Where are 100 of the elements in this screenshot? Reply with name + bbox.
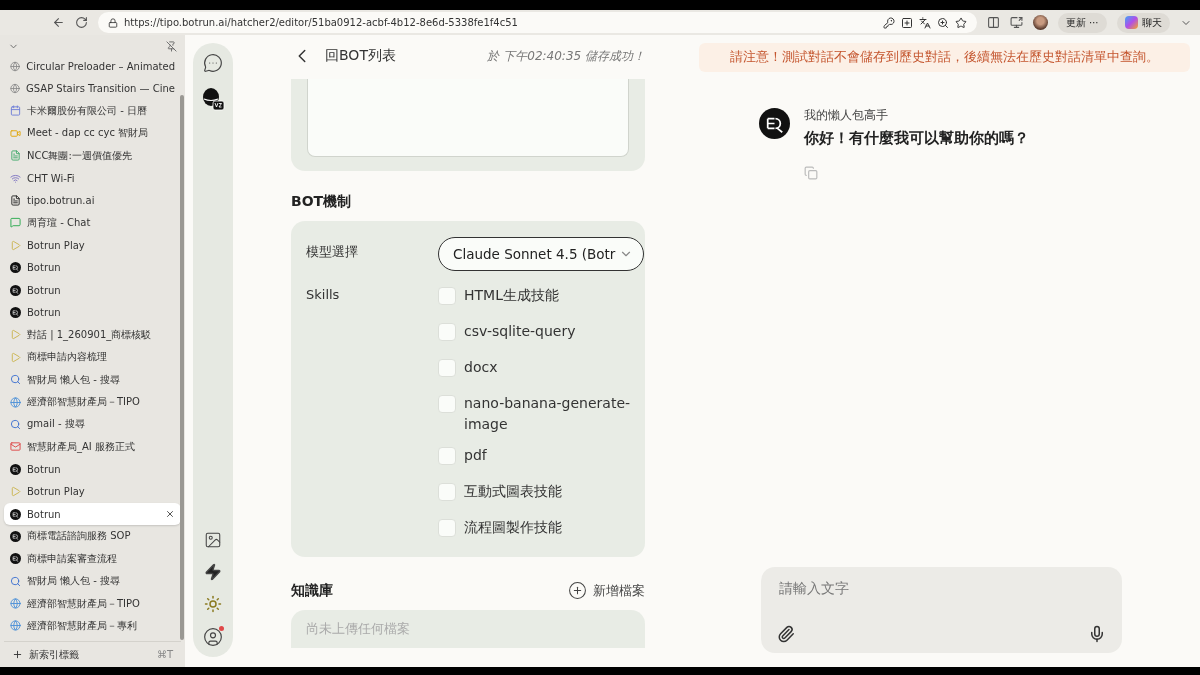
skill-option[interactable]: 流程圖製作技能 [438,513,645,543]
back-icon[interactable] [52,16,65,29]
browser-tab[interactable]: 商標電話諮詢服務 SOP [4,525,181,548]
chat-button[interactable]: 聊天 [1117,12,1170,33]
scrollbar[interactable] [180,95,184,640]
chat-bubble-icon[interactable] [203,53,223,73]
browser-tab[interactable]: Botrun [4,458,181,481]
bot-logo-icon [10,463,21,475]
browser-tab[interactable]: Botrun [4,278,181,302]
browser-tab[interactable]: 商標申請內容梳理 [4,346,181,369]
chat-icon [10,217,21,229]
browser-tab[interactable]: gmail - 搜尋 [4,413,181,436]
model-select[interactable]: Claude Sonnet 4.5 (Botr [438,237,645,271]
bot-logo-icon [10,284,21,296]
egg-v2-icon[interactable] [201,87,225,111]
reload-icon[interactable] [75,16,88,29]
browser-tab[interactable]: tipo.botrun.ai [4,189,181,212]
model-label: 模型選擇 [306,243,359,261]
browser-tab[interactable]: Botrun Play [4,234,181,257]
unpin-icon[interactable] [166,41,177,52]
video-icon [10,127,21,139]
browser-tab[interactable]: 經濟部智慧財產局－TIPO [4,390,181,414]
search-icon [10,575,21,587]
browser-tab[interactable]: GSAP Stairs Transition — Cine [4,77,181,100]
sun-icon[interactable] [204,595,222,613]
checkbox[interactable] [438,519,456,537]
browser-tab[interactable]: 智慧財產局_AI 服務正式 [4,435,181,459]
section-title: BOT機制 [291,193,353,211]
document-icon [10,195,21,207]
translate-icon[interactable] [918,16,931,29]
save-status: 於 下午02:40:35 儲存成功！ [487,47,645,65]
globe-icon [10,598,21,610]
browser-tab[interactable]: NCC舞團:一週價值優先 [4,144,181,167]
skill-option[interactable]: HTML生成技能 [438,281,645,311]
bot-logo-icon [10,307,21,318]
browser-tab[interactable]: Botrun Play [4,480,181,503]
browser-tab[interactable]: 智財局 懶人包 - 搜尋 [4,570,181,593]
skill-option[interactable]: 互動式圖表技能 [438,477,645,507]
browser-tab[interactable]: 智財局 懶人包 - 搜尋 [4,368,181,391]
checkbox[interactable] [438,359,456,377]
zoom-icon[interactable] [936,16,949,29]
browser-tab[interactable]: 周育瑄 - Chat [4,211,181,235]
bot-logo-icon [10,262,21,274]
add-file-button[interactable]: 新增檔案 [568,581,645,600]
address-bar[interactable]: https://tipo.botrun.ai/hatcher2/editor/51ba0912-acbf-4b12-8e6d-5338fe1f4c51 [98,12,977,33]
empty-files-text: 尚未上傳任何檔案 [291,610,645,648]
play-icon [10,351,21,363]
browser-tab[interactable]: Botrun [4,256,181,279]
browser-tab[interactable]: CHT Wi-Fi [4,166,181,190]
checkbox[interactable] [438,395,456,413]
checkbox[interactable] [438,323,456,341]
checkbox[interactable] [438,447,456,465]
browser-tab[interactable]: 對話 | 1_260901_商標核駁 [4,323,181,347]
search-icon [10,374,21,386]
split-view-icon[interactable] [986,16,1000,29]
new-tab-button[interactable]: 新索引標籤 ⌘T [4,641,181,667]
browser-tab[interactable]: Meet - dap cc cyc 智財局 [4,122,181,145]
prompt-field[interactable] [307,79,629,157]
skill-option[interactable]: docx [438,353,645,383]
star-icon[interactable] [954,16,967,29]
bot-logo-icon [10,508,21,520]
user-icon[interactable] [203,627,223,647]
key-icon[interactable] [882,16,895,29]
checkbox[interactable] [438,483,456,501]
plus-circle-icon [568,581,587,600]
shortcut-label: ⌘T [156,649,173,660]
browser-tab[interactable]: 卡米爾股份有限公司 - 日曆 [4,99,181,123]
globe-icon [10,620,21,632]
browser-tab[interactable]: 經濟部智慧財產局－TIPO [4,592,181,615]
browser-tab[interactable]: 商標申請案審查流程 [4,547,181,570]
copilot-icon [1125,16,1138,29]
add-app-icon[interactable] [900,16,913,29]
back-link[interactable]: 回BOT列表 [291,45,396,67]
mail-icon [10,441,21,453]
checkbox[interactable] [438,287,456,305]
skill-option[interactable]: pdf [438,441,645,471]
microphone-icon[interactable] [1088,625,1106,643]
skill-option[interactable]: csv-sqlite-query [438,317,645,347]
browser-tab[interactable]: Circular Preloader – Animated [4,55,181,78]
browser-tab[interactable]: 經濟部智慧財產局－專利 [4,614,181,638]
skill-option[interactable]: nano-banana-generate-image [438,389,645,435]
browser-tab[interactable]: Botrun [4,301,181,324]
screen-icon[interactable] [1009,16,1023,29]
bot-logo-icon [10,530,21,542]
search-icon [10,418,21,430]
update-button[interactable]: 更新 ⋯ [1057,12,1107,33]
image-icon[interactable] [204,531,222,549]
profile-avatar[interactable] [1032,15,1048,30]
lightning-icon[interactable] [204,563,222,581]
plus-icon [12,649,23,660]
play-icon [10,329,21,341]
browser-tab[interactable]: Botrun [4,502,181,526]
bot-logo-icon [10,553,21,565]
bot-message: 你好！有什麼我可以幫助你的嗎？ [804,129,1029,148]
paperclip-icon[interactable] [777,625,795,643]
wifi-icon [10,172,21,184]
new-tab-label: 新索引標籤 [29,647,79,662]
message-field[interactable]: 請輸入文字 [777,579,1106,597]
sheet-icon [10,150,21,162]
close-icon[interactable] [165,509,175,519]
